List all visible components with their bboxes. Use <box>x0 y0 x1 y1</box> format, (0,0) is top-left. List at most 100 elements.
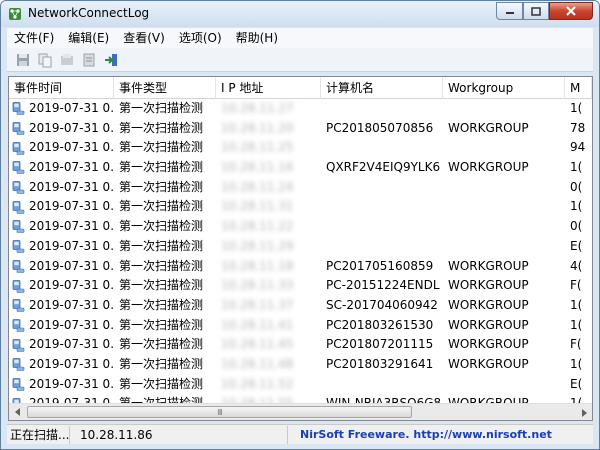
minimize-button[interactable] <box>496 2 523 20</box>
status-scanning: 正在扫描... <box>7 425 70 444</box>
column-header-event-type[interactable]: 事件类型 <box>114 77 216 99</box>
computer-icon <box>12 141 25 155</box>
event-time-text: 2019-07-31 0... <box>29 120 114 135</box>
table-row[interactable]: 2019-07-31 0... 第一次扫描检测 10.28.11.16 QXRF2V4… <box>9 158 592 178</box>
cell-event-time: 2019-07-31 0... <box>9 375 114 395</box>
close-button[interactable] <box>549 2 593 20</box>
table-row[interactable]: 2019-07-31 0... 第一次扫描检测 10.28.11.27 1( <box>9 99 592 119</box>
menu-view[interactable]: 查看(V) <box>116 28 172 48</box>
cell-event-type: 第一次扫描检测 <box>119 101 204 115</box>
column-header-ip-address[interactable]: I P 地址 <box>216 77 321 99</box>
table-row[interactable]: 2019-07-31 0... 第一次扫描检测 10.28.11.37 SC-2017… <box>9 296 592 316</box>
cell-workgroup: WORKGROUP <box>448 317 529 332</box>
scroll-right-button[interactable] <box>575 404 592 420</box>
table-row[interactable]: 2019-07-31 0... 第一次扫描检测 10.28.11.25 94 <box>9 138 592 158</box>
cell-event-time: 2019-07-31 0... <box>9 99 114 119</box>
minimize-icon <box>505 12 514 14</box>
computer-icon <box>12 338 25 352</box>
table-row[interactable]: 2019-07-31 0... 第一次扫描检测 10.28.11.24 0( <box>9 178 592 198</box>
toolbar <box>7 48 593 72</box>
cell-ip-address: 10.28.11.25 <box>221 140 294 155</box>
cell-ip-address: 10.28.11.16 <box>221 160 294 175</box>
cell-m: 0( <box>570 219 583 234</box>
menu-edit[interactable]: 编辑(E) <box>61 28 116 48</box>
copy-button[interactable] <box>35 50 55 70</box>
cell-event-time: 2019-07-31 0... <box>9 217 114 237</box>
exit-button[interactable] <box>101 50 121 70</box>
table-row[interactable]: 2019-07-31 0... 第一次扫描检测 10.28.11.18 PC20170… <box>9 257 592 277</box>
save-button[interactable] <box>13 50 33 70</box>
event-time-text: 2019-07-31 0... <box>29 337 114 352</box>
save-icon <box>17 53 29 66</box>
scrollbar-thumb[interactable]: III <box>27 406 412 418</box>
cell-workgroup: WORKGROUP <box>448 356 529 371</box>
table-row[interactable]: 2019-07-31 0... 第一次扫描检测 10.28.11.45 PC20180… <box>9 335 592 355</box>
cell-computer-name: PC201805070856 <box>326 120 434 135</box>
event-time-text: 2019-07-31 0... <box>29 140 114 155</box>
computer-icon <box>12 378 25 391</box>
column-header-m[interactable]: M <box>565 77 592 99</box>
cell-ip-address: 10.28.11.52 <box>221 376 294 391</box>
cell-ip-address: 10.28.11.22 <box>221 219 294 234</box>
menu-options[interactable]: 选项(O) <box>172 28 229 48</box>
table-row[interactable]: 2019-07-31 0... 第一次扫描检测 10.28.11.20 PC20180… <box>9 119 592 139</box>
table-row[interactable]: 2019-07-31 0... 第一次扫描检测 10.28.11.31 1( <box>9 197 592 217</box>
cell-event-time: 2019-07-31 0... <box>9 276 114 296</box>
menu-help[interactable]: 帮助(H) <box>229 28 285 48</box>
event-time-text: 2019-07-31 0... <box>29 278 114 293</box>
computer-icon <box>12 358 25 372</box>
column-header-event-time[interactable]: 事件时间 <box>9 77 114 99</box>
menu-file[interactable]: 文件(F) <box>7 28 61 48</box>
title-bar[interactable]: NetworkConnectLog <box>1 1 599 27</box>
column-header-computer-name[interactable]: 计算机名 <box>321 77 443 99</box>
table-row[interactable]: 2019-07-31 0... 第一次扫描检测 10.28.11.33 PC-2015… <box>9 276 592 296</box>
event-time-text: 2019-07-31 0... <box>29 317 114 332</box>
scroll-left-button[interactable] <box>9 404 26 421</box>
cell-workgroup <box>443 197 565 217</box>
connection-list[interactable]: 事件时间 事件类型 I P 地址 计算机名 Workgroup M 2019-0… <box>8 76 593 421</box>
cell-event-type: 第一次扫描检测 <box>119 337 204 352</box>
app-window: NetworkConnectLog 文件(F) 编辑(E) 查看(V) 选项(O… <box>0 0 600 450</box>
cell-m: F( <box>570 278 582 293</box>
html-report-button[interactable] <box>79 50 99 70</box>
event-time-text: 2019-07-31 0... <box>29 376 114 391</box>
event-time-text: 2019-07-31 0... <box>29 238 114 253</box>
cell-computer-name <box>321 99 443 119</box>
cell-computer-name: PC201803291641 <box>326 356 434 371</box>
status-current-ip: 10.28.11.86 <box>70 425 288 444</box>
cell-event-type: 第一次扫描检测 <box>119 160 204 175</box>
event-time-text: 2019-07-31 0... <box>29 356 114 371</box>
horizontal-scrollbar[interactable]: III <box>9 403 592 420</box>
nirsoft-link[interactable]: NirSoft Freeware. http://www.nirsoft.net <box>288 426 591 444</box>
cell-ip-address: 10.28.11.45 <box>221 337 294 352</box>
properties-button[interactable] <box>57 50 77 70</box>
computer-icon <box>12 122 25 135</box>
cell-event-type: 第一次扫描检测 <box>119 238 204 253</box>
event-time-text: 2019-07-31 0... <box>29 160 114 175</box>
cell-workgroup: WORKGROUP <box>448 160 529 175</box>
network-app-icon <box>9 8 21 20</box>
table-row[interactable]: 2019-07-31 0... 第一次扫描检测 10.28.11.52 E( <box>9 375 592 395</box>
column-header-workgroup[interactable]: Workgroup <box>443 77 565 99</box>
cell-ip-address: 10.28.11.27 <box>221 101 294 115</box>
table-row[interactable]: 2019-07-31 0... 第一次扫描检测 10.28.11.29 E( <box>9 237 592 257</box>
computer-icon <box>12 161 25 175</box>
computer-icon <box>12 319 25 332</box>
cell-event-type: 第一次扫描检测 <box>119 258 204 273</box>
cell-m: 1( <box>570 317 583 332</box>
cell-m: 1( <box>570 101 583 115</box>
window-title: NetworkConnectLog <box>28 6 150 20</box>
table-row[interactable]: 2019-07-31 0... 第一次扫描检测 10.28.11.41 PC20180… <box>9 316 592 336</box>
maximize-button[interactable] <box>523 2 549 20</box>
event-time-text: 2019-07-31 0... <box>29 101 114 115</box>
cell-m: E( <box>570 376 583 391</box>
table-row[interactable]: 2019-07-31 0... 第一次扫描检测 10.28.11.48 PC20180… <box>9 355 592 375</box>
cell-event-type: 第一次扫描检测 <box>119 317 204 332</box>
exit-icon <box>105 53 117 66</box>
cell-computer-name <box>321 197 443 217</box>
event-time-text: 2019-07-31 0... <box>29 179 114 194</box>
properties-icon <box>61 53 73 65</box>
cell-m: 1( <box>570 160 583 175</box>
table-row[interactable]: 2019-07-31 0... 第一次扫描检测 10.28.11.22 0( <box>9 217 592 237</box>
cell-ip-address: 10.28.11.37 <box>221 297 294 312</box>
